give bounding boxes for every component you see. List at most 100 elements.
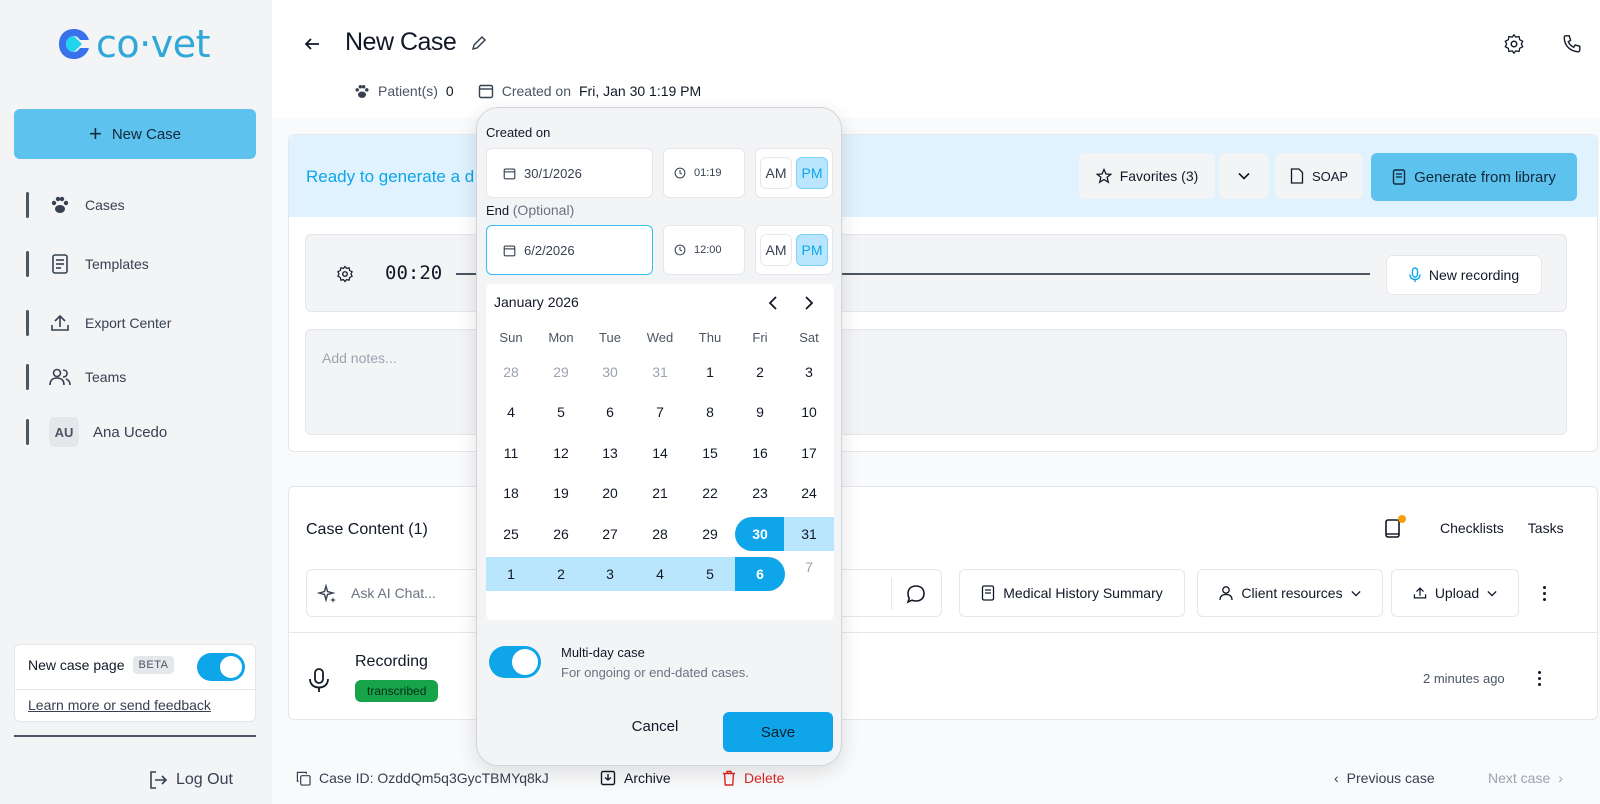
calendar-day[interactable]: 2 [735,355,785,389]
client-resources-label: Client resources [1241,585,1343,601]
calendar-day[interactable]: 16 [735,436,785,470]
archive-button[interactable]: Archive [600,770,671,786]
calendar-day-in-range[interactable]: 1 [486,557,536,591]
more-options-icon[interactable] [1534,583,1554,603]
upload-label: Upload [1434,585,1480,601]
calendar-day[interactable]: 13 [585,436,635,470]
calendar-day[interactable]: 22 [685,476,735,510]
beta-row: New case page BETA [28,656,175,674]
end-date-field[interactable]: 6/2/2026 [486,225,653,275]
created-am-option[interactable]: AM [760,157,792,189]
new-case-button[interactable]: + New Case [14,109,256,159]
calendar-day[interactable]: 17 [784,436,834,470]
back-arrow-icon[interactable] [300,32,324,56]
created-value[interactable]: Fri, Jan 30 1:19 PM [579,83,701,99]
calendar-day[interactable]: 24 [784,476,834,510]
calendar-day[interactable]: 3 [784,355,834,389]
calendar-day[interactable]: 20 [585,476,635,510]
top-bar: New Case Patient(s) 0 Created on Fri, Ja… [272,0,1600,118]
calendar-day[interactable]: 27 [585,517,635,551]
document-icon [49,253,71,275]
calendar-day[interactable]: 29 [685,517,735,551]
new-case-page-toggle[interactable] [197,653,245,681]
phone-icon[interactable] [1561,33,1583,55]
cancel-button[interactable]: Cancel [623,712,687,740]
calendar-day[interactable]: 15 [685,436,735,470]
chat-bubble-icon[interactable] [905,583,927,605]
calendar-day[interactable]: 11 [486,436,536,470]
calendar-day[interactable]: 19 [536,476,586,510]
created-date-field[interactable]: 30/1/2026 [486,148,653,198]
end-am-option[interactable]: AM [760,234,792,266]
nav-indicator [26,251,29,277]
tasks-link[interactable]: Tasks [1528,520,1564,536]
checklists-link[interactable]: Checklists [1440,520,1504,536]
notebook-icon[interactable] [1384,515,1406,539]
end-time-field[interactable]: 12:00 [663,225,745,275]
save-button[interactable]: Save [723,712,833,752]
calendar-day[interactable]: 7 [784,550,834,584]
case-id[interactable]: Case ID: OzddQm5q3GycTBMYq8kJ [296,770,549,786]
previous-case-button[interactable]: ‹ Previous case [1334,770,1435,786]
medical-history-summary-button[interactable]: Medical History Summary [959,569,1185,617]
calendar-day-range-end[interactable]: 6 [735,557,785,591]
nav-indicator [26,419,29,445]
sidebar-item-teams[interactable]: Teams [26,362,256,392]
calendar-day-in-range[interactable]: 2 [536,557,586,591]
covet-logo-icon [59,29,89,59]
calendar-day[interactable]: 4 [486,395,536,429]
calendar-day[interactable]: 31 [635,355,685,389]
calendar-day[interactable]: 21 [635,476,685,510]
favorites-dropdown-button[interactable] [1219,153,1269,199]
new-recording-button[interactable]: New recording [1386,255,1542,295]
gear-icon[interactable] [1503,33,1525,55]
calendar-day[interactable]: 23 [735,476,785,510]
calendar: January 2026 Sun Mon Tue Wed Thu Fri Sat… [486,284,834,620]
chevron-right-icon[interactable] [798,292,820,314]
client-resources-button[interactable]: Client resources [1197,569,1383,617]
next-case-button[interactable]: Next case › [1488,770,1563,786]
calendar-day-range-start[interactable]: 30 [735,517,785,551]
multi-day-toggle[interactable] [489,646,541,678]
calendar-day[interactable]: 28 [635,517,685,551]
edit-icon[interactable] [470,34,488,52]
favorites-button[interactable]: Favorites (3) [1079,153,1215,199]
calendar-day[interactable]: 26 [536,517,586,551]
upload-button[interactable]: Upload [1391,569,1519,617]
sidebar-item-templates[interactable]: Templates [26,249,256,279]
calendar-day[interactable]: 7 [635,395,685,429]
sidebar-item-profile[interactable]: AU Ana Ucedo [26,417,256,447]
calendar-day-in-range[interactable]: 4 [635,557,685,591]
end-pm-option[interactable]: PM [796,234,828,266]
created-time-field[interactable]: 01:19 [663,148,745,198]
calendar-day[interactable]: 1 [685,355,735,389]
sidebar-item-cases[interactable]: Cases [26,190,256,220]
calendar-day[interactable]: 25 [486,517,536,551]
sidebar-item-export-center[interactable]: Export Center [26,308,256,338]
recording-more-options-icon[interactable] [1529,668,1549,688]
calendar-day-in-range[interactable]: 31 [784,517,834,551]
new-case-label: New Case [111,125,182,143]
calendar-day[interactable]: 28 [486,355,536,389]
feedback-link[interactable]: Learn more or send feedback [28,697,211,713]
delete-button[interactable]: Delete [722,770,784,786]
calendar-day[interactable]: 8 [685,395,735,429]
calendar-day[interactable]: 10 [784,395,834,429]
calendar-day[interactable]: 12 [536,436,586,470]
calendar-day[interactable]: 29 [536,355,586,389]
calendar-day-in-range[interactable]: 3 [585,557,635,591]
calendar-day-in-range[interactable]: 5 [685,557,735,591]
calendar-day[interactable]: 18 [486,476,536,510]
soap-button[interactable]: SOAP [1275,153,1363,199]
created-pm-option[interactable]: PM [796,157,828,189]
recorder-settings-icon[interactable] [336,265,354,283]
chevron-left-icon[interactable] [762,292,784,314]
generate-from-library-button[interactable]: Generate from library [1371,153,1577,201]
calendar-day[interactable]: 14 [635,436,685,470]
calendar-day[interactable]: 30 [585,355,635,389]
calendar-day[interactable]: 6 [585,395,635,429]
calendar-day[interactable]: 5 [536,395,586,429]
calendar-day[interactable]: 9 [735,395,785,429]
brand-logo[interactable]: co·vet [56,22,211,66]
logout-button[interactable]: Log Out [148,770,233,790]
